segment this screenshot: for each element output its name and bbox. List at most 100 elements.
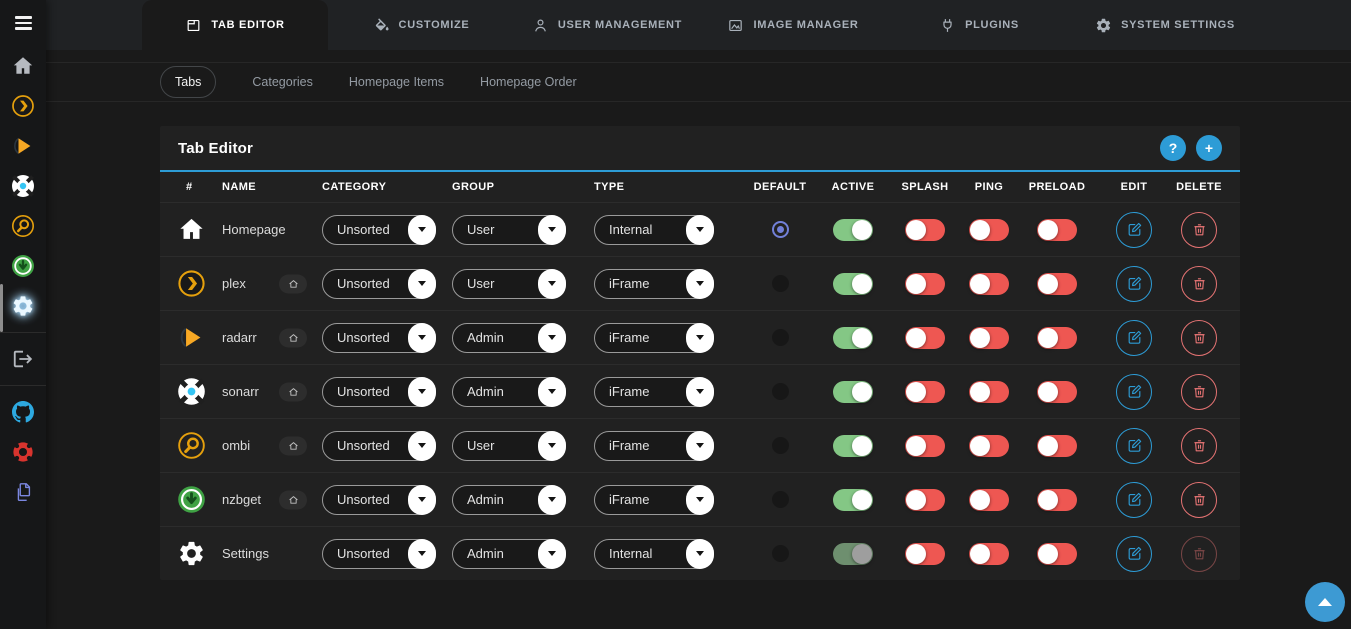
ping-toggle[interactable]	[969, 219, 1009, 241]
splash-toggle[interactable]	[905, 327, 945, 349]
home-badge-icon	[288, 278, 299, 289]
ping-toggle[interactable]	[969, 273, 1009, 295]
top-tab-user-management[interactable]: USER MANAGEMENT	[514, 0, 700, 50]
column-header-splash: SPLASH	[890, 181, 960, 193]
scroll-to-top-button[interactable]	[1305, 582, 1345, 622]
sidebar-item-plex[interactable]	[0, 86, 46, 126]
preload-toggle[interactable]	[1037, 219, 1077, 241]
edit-button[interactable]	[1116, 482, 1152, 518]
default-radio[interactable]	[772, 275, 789, 292]
preload-toggle[interactable]	[1037, 435, 1077, 457]
top-tab-customize[interactable]: CUSTOMIZE	[328, 0, 514, 50]
edit-button[interactable]	[1116, 266, 1152, 302]
sidebar-item-docs[interactable]	[0, 472, 46, 512]
splash-toggle[interactable]	[905, 273, 945, 295]
sidebar-scrollbar[interactable]	[0, 284, 3, 332]
type-select[interactable]: Internal	[594, 539, 714, 569]
active-toggle[interactable]	[833, 273, 873, 295]
sidebar-item-radarr[interactable]	[0, 126, 46, 166]
ping-toggle[interactable]	[969, 435, 1009, 457]
default-radio[interactable]	[772, 383, 789, 400]
menu-button[interactable]	[0, 0, 46, 46]
category-select[interactable]: Unsorted	[322, 269, 436, 299]
help-button[interactable]: ?	[1160, 135, 1186, 161]
type-select[interactable]: iFrame	[594, 323, 714, 353]
category-select[interactable]: Unsorted	[322, 377, 436, 407]
edit-icon	[1126, 275, 1143, 292]
splash-toggle[interactable]	[905, 219, 945, 241]
top-tab-image-manager[interactable]: IMAGE MANAGER	[700, 0, 886, 50]
type-select[interactable]: iFrame	[594, 431, 714, 461]
delete-button[interactable]	[1181, 374, 1217, 410]
sidebar-item-sonarr[interactable]	[0, 166, 46, 206]
default-radio[interactable]	[772, 491, 789, 508]
subtab-homepage-items[interactable]: Homepage Items	[349, 75, 444, 89]
edit-button[interactable]	[1116, 320, 1152, 356]
top-tab-tab-editor[interactable]: TAB EDITOR	[142, 0, 328, 50]
active-toggle[interactable]	[833, 543, 873, 565]
category-select[interactable]: Unsorted	[322, 485, 436, 515]
group-select[interactable]: User	[452, 269, 566, 299]
preload-toggle[interactable]	[1037, 543, 1077, 565]
group-select[interactable]: User	[452, 431, 566, 461]
top-tab-system-settings[interactable]: SYSTEM SETTINGS	[1072, 0, 1258, 50]
delete-button[interactable]	[1181, 212, 1217, 248]
sidebar-item-github[interactable]	[0, 392, 46, 432]
group-select[interactable]: Admin	[452, 323, 566, 353]
delete-button[interactable]	[1181, 320, 1217, 356]
ping-toggle[interactable]	[969, 381, 1009, 403]
sidebar-item-ombi[interactable]	[0, 206, 46, 246]
default-radio[interactable]	[772, 545, 789, 562]
default-radio[interactable]	[772, 437, 789, 454]
splash-toggle[interactable]	[905, 543, 945, 565]
group-select[interactable]: User	[452, 215, 566, 245]
default-radio[interactable]	[772, 221, 789, 238]
edit-button[interactable]	[1116, 428, 1152, 464]
group-select[interactable]: Admin	[452, 377, 566, 407]
subtab-categories[interactable]: Categories	[252, 75, 312, 89]
top-tab-plugins[interactable]: PLUGINS	[886, 0, 1072, 50]
category-select[interactable]: Unsorted	[322, 215, 436, 245]
group-select[interactable]: Admin	[452, 485, 566, 515]
default-radio[interactable]	[772, 329, 789, 346]
subtab-homepage-order[interactable]: Homepage Order	[480, 75, 577, 89]
sidebar-item-nzbget[interactable]	[0, 246, 46, 286]
active-toggle[interactable]	[833, 219, 873, 241]
sidebar-item-home[interactable]	[0, 46, 46, 86]
delete-button[interactable]	[1181, 266, 1217, 302]
type-select[interactable]: iFrame	[594, 269, 714, 299]
delete-button[interactable]	[1181, 428, 1217, 464]
edit-button[interactable]	[1116, 374, 1152, 410]
edit-button[interactable]	[1116, 212, 1152, 248]
group-select[interactable]: Admin	[452, 539, 566, 569]
ping-toggle[interactable]	[969, 327, 1009, 349]
sidebar-item-settings[interactable]	[0, 286, 46, 326]
add-tab-button[interactable]: +	[1196, 135, 1222, 161]
preload-toggle[interactable]	[1037, 273, 1077, 295]
category-select[interactable]: Unsorted	[322, 323, 436, 353]
splash-toggle[interactable]	[905, 435, 945, 457]
active-toggle[interactable]	[833, 489, 873, 511]
type-select[interactable]: iFrame	[594, 377, 714, 407]
active-toggle[interactable]	[833, 435, 873, 457]
edit-button[interactable]	[1116, 536, 1152, 572]
active-toggle[interactable]	[833, 327, 873, 349]
delete-button[interactable]	[1181, 482, 1217, 518]
category-select[interactable]: Unsorted	[322, 431, 436, 461]
sidebar-item-support[interactable]	[0, 432, 46, 472]
preload-toggle[interactable]	[1037, 381, 1077, 403]
ping-toggle[interactable]	[969, 543, 1009, 565]
type-select[interactable]: Internal	[594, 215, 714, 245]
preload-toggle[interactable]	[1037, 327, 1077, 349]
active-toggle[interactable]	[833, 381, 873, 403]
sidebar-item-logout[interactable]	[0, 339, 46, 379]
category-select[interactable]: Unsorted	[322, 539, 436, 569]
type-select[interactable]: iFrame	[594, 485, 714, 515]
ping-toggle[interactable]	[969, 489, 1009, 511]
splash-toggle[interactable]	[905, 381, 945, 403]
splash-toggle[interactable]	[905, 489, 945, 511]
preload-toggle[interactable]	[1037, 489, 1077, 511]
edit-icon	[1126, 329, 1143, 346]
delete-button[interactable]	[1181, 536, 1217, 572]
subtab-tabs[interactable]: Tabs	[160, 66, 216, 98]
